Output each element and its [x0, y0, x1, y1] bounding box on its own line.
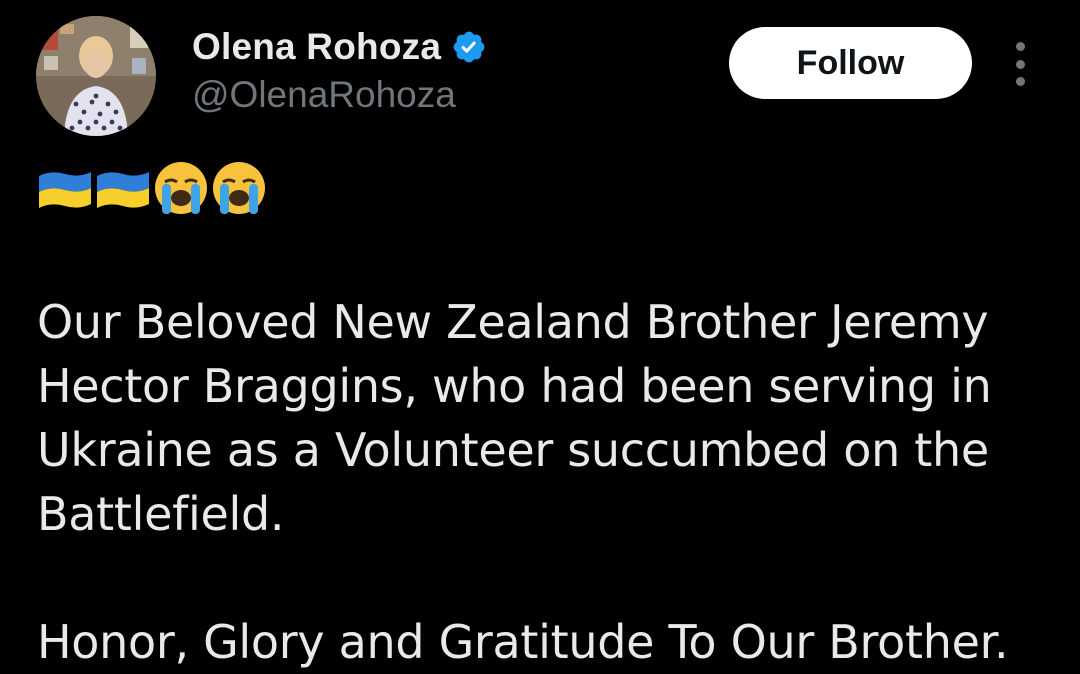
ukraine-flag-icon: [39, 172, 91, 208]
tweet-emoji-row: [37, 160, 269, 216]
more-options-button[interactable]: [1004, 42, 1036, 86]
loudly-crying-face-icon: [213, 162, 265, 214]
tweet-text-line: Battlefield.: [37, 487, 285, 541]
more-dot-icon: [1015, 77, 1025, 86]
follow-button[interactable]: Follow: [729, 27, 972, 99]
verified-badge-icon: [453, 31, 485, 63]
tweet: Olena Rohoza @OlenaRohoza Follow Our Bel…: [0, 0, 1080, 669]
loudly-crying-face-icon: [155, 162, 207, 214]
avatar-photo-icon: [36, 16, 156, 136]
author-handle[interactable]: @OlenaRohoza: [192, 74, 456, 116]
tweet-text-line: Hector Braggins, who had been serving in: [37, 359, 992, 413]
tweet-text-line: Our Beloved New Zealand Brother Jeremy: [37, 295, 989, 349]
author-display-name[interactable]: Olena Rohoza: [192, 26, 441, 68]
author-name-row[interactable]: Olena Rohoza: [192, 24, 487, 70]
ukraine-flag-icon: [97, 172, 149, 208]
tweet-text-line: Ukraine as a Volunteer succumbed on the: [37, 423, 989, 477]
more-dot-icon: [1015, 42, 1025, 51]
more-dot-icon: [1015, 59, 1025, 69]
author-avatar[interactable]: [36, 16, 156, 136]
tweet-text: Our Beloved New Zealand Brother Jeremy H…: [37, 290, 1037, 674]
tweet-text-closing: Honor, Glory and Gratitude To Our Brothe…: [37, 615, 1009, 669]
